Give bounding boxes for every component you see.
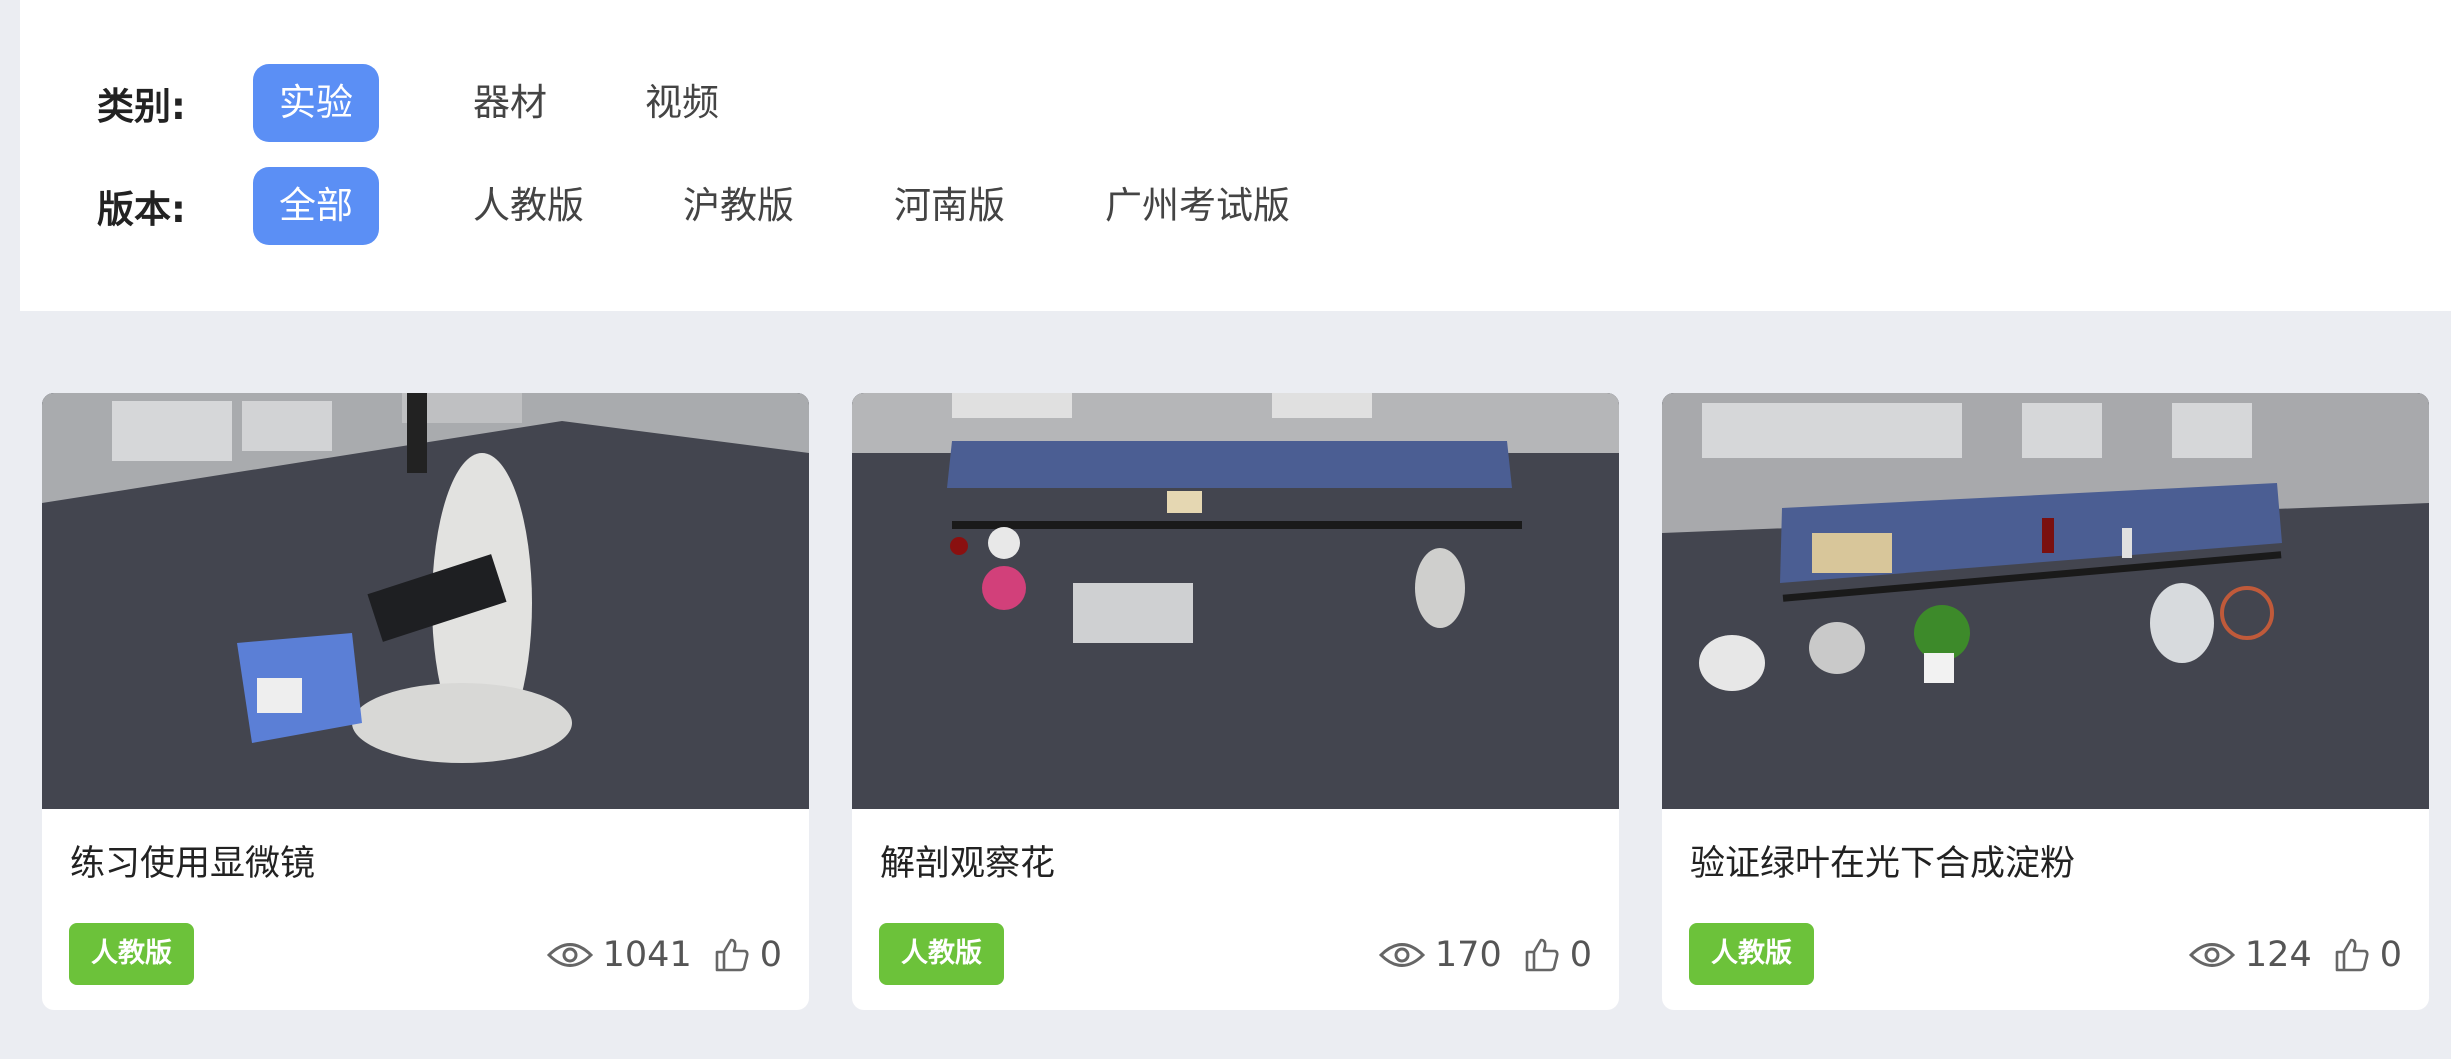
experiment-thumbnail[interactable] <box>1662 393 2429 809</box>
category-option-equipment[interactable]: 器材 <box>447 64 573 142</box>
card-title[interactable]: 练习使用显微镜 <box>70 835 315 886</box>
thumbs-up-icon[interactable] <box>2334 937 2370 973</box>
version-option-henan[interactable]: 河南版 <box>868 167 1031 245</box>
like-count: 0 <box>1569 935 1592 975</box>
like-count: 0 <box>2379 935 2402 975</box>
experiment-thumbnail[interactable] <box>852 393 1619 809</box>
version-option-all[interactable]: 全部 <box>253 167 379 245</box>
category-option-video[interactable]: 视频 <box>619 64 745 142</box>
experiment-card[interactable]: 验证绿叶在光下合成淀粉 人教版 124 0 <box>1662 393 2429 1010</box>
version-option-guangzhou[interactable]: 广州考试版 <box>1079 167 1316 245</box>
eye-icon <box>546 943 593 967</box>
version-tag: 人教版 <box>879 923 1004 985</box>
experiment-card[interactable]: 解剖观察花 人教版 170 0 <box>852 393 1619 1010</box>
version-option-pep[interactable]: 人教版 <box>447 167 610 245</box>
version-tag: 人教版 <box>69 923 194 985</box>
eye-icon <box>1378 943 1425 967</box>
view-count: 1041 <box>602 935 692 975</box>
experiment-card[interactable]: 练习使用显微镜 人教版 1041 0 <box>42 393 809 1010</box>
view-count: 170 <box>1434 935 1502 975</box>
category-label: 类别: <box>97 85 186 128</box>
thumbs-up-icon[interactable] <box>1524 937 1560 973</box>
eye-icon <box>2188 943 2235 967</box>
card-stats: 170 0 <box>1378 926 1592 984</box>
card-stats: 1041 0 <box>546 926 782 984</box>
thumbs-up-icon[interactable] <box>714 937 750 973</box>
like-count: 0 <box>759 935 782 975</box>
filter-panel: 类别: 实验 器材 视频 版本: 全部 人教版 沪教版 河南版 广州考试版 <box>20 0 2451 311</box>
experiment-thumbnail[interactable] <box>42 393 809 809</box>
card-stats: 124 0 <box>2188 926 2402 984</box>
version-tag: 人教版 <box>1689 923 1814 985</box>
view-count: 124 <box>2244 935 2312 975</box>
category-option-experiment[interactable]: 实验 <box>253 64 379 142</box>
card-title[interactable]: 验证绿叶在光下合成淀粉 <box>1690 835 2075 886</box>
card-title[interactable]: 解剖观察花 <box>880 835 1055 886</box>
version-label: 版本: <box>97 188 186 231</box>
version-option-shanghai[interactable]: 沪教版 <box>657 167 820 245</box>
